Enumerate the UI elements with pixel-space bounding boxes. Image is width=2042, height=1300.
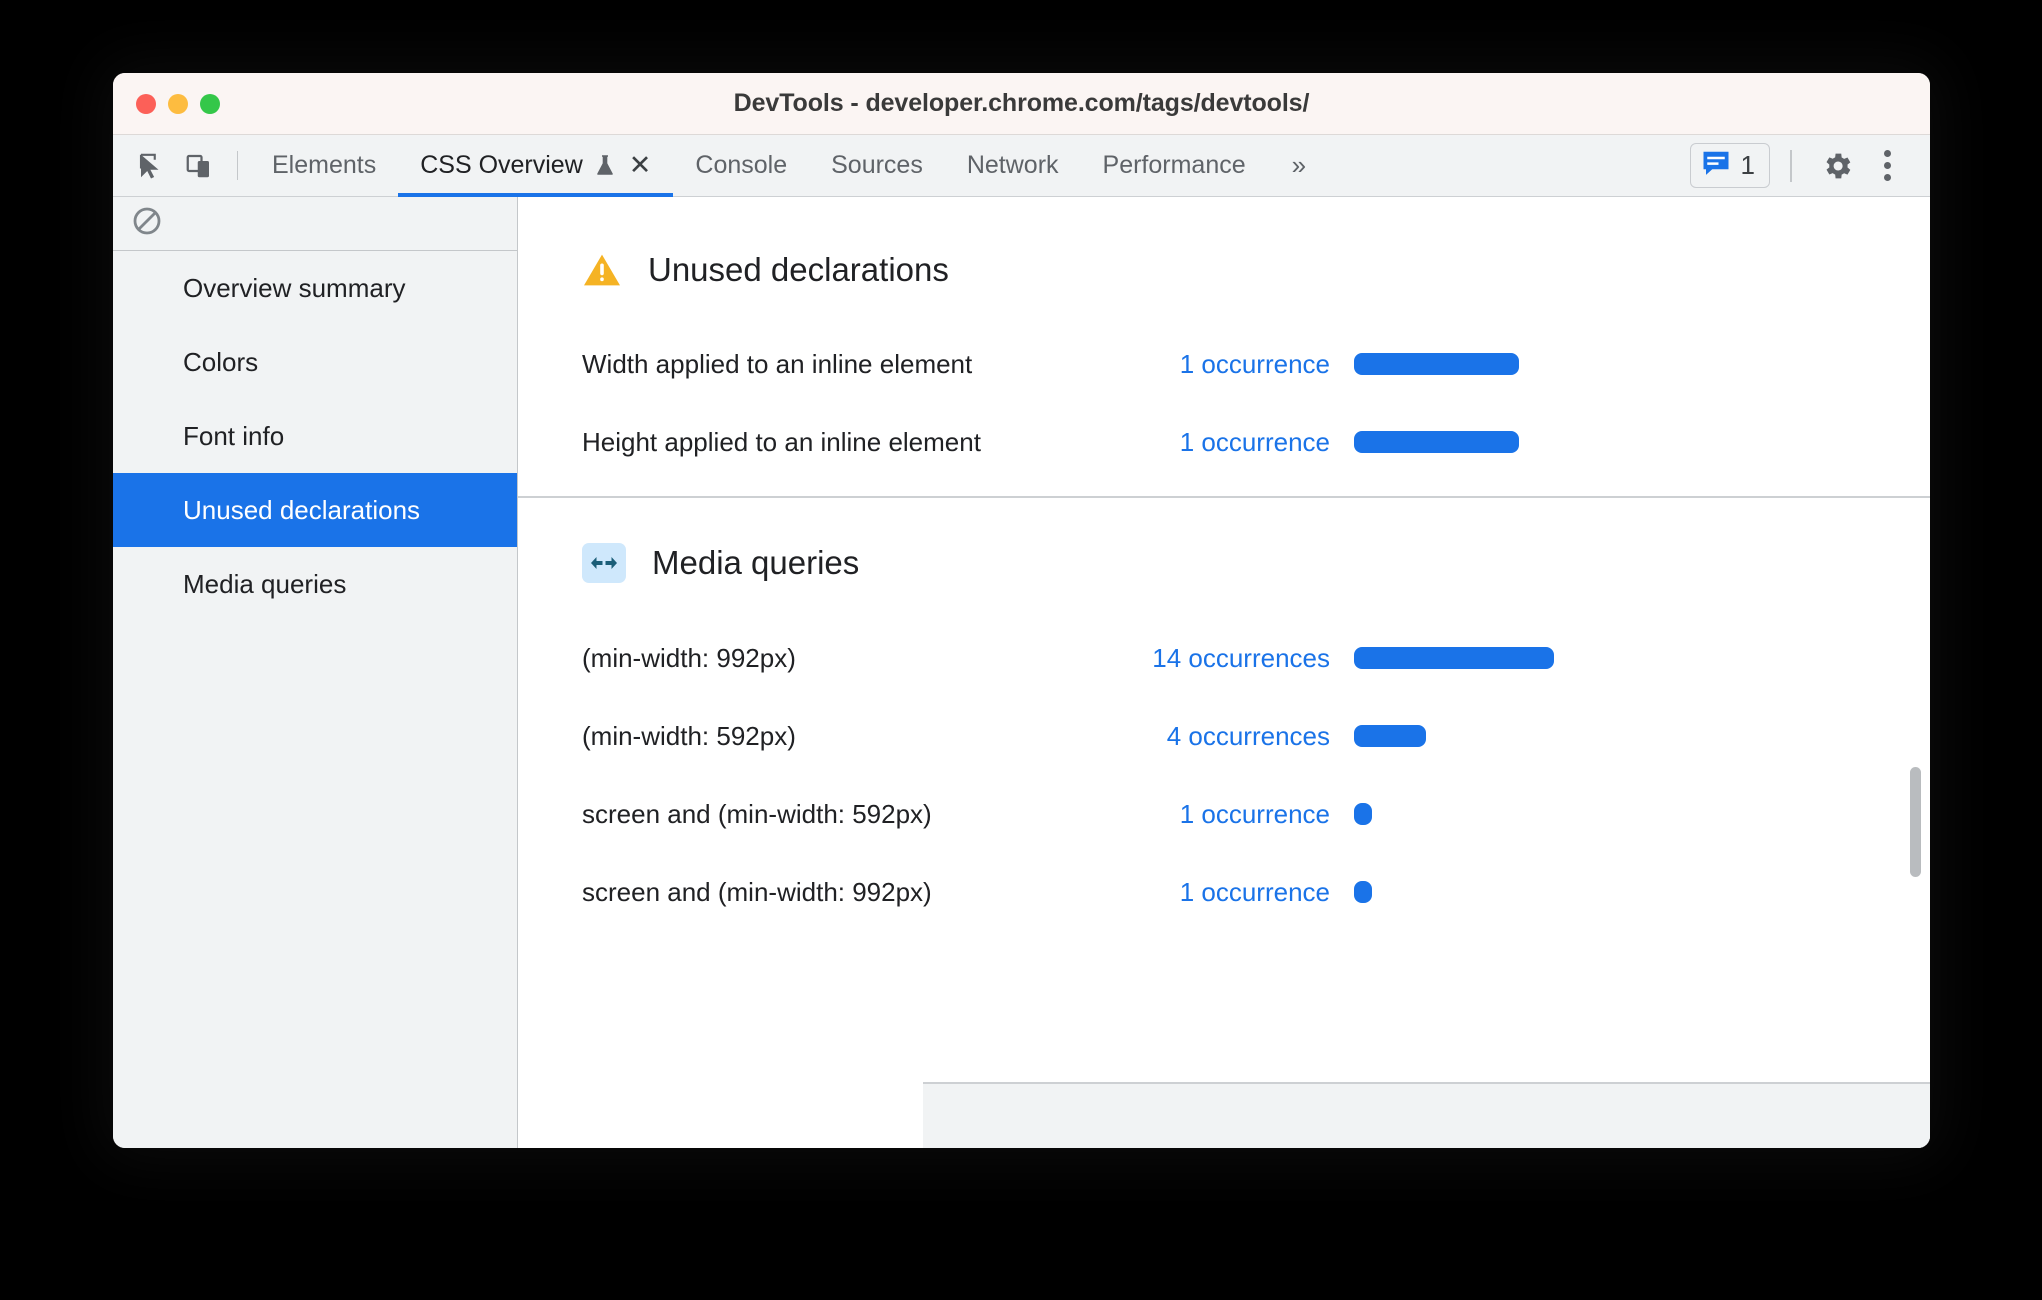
traffic-light-buttons (136, 94, 220, 114)
row-bar (1354, 353, 1519, 375)
minimize-window-button[interactable] (168, 94, 188, 114)
inspect-cursor-icon[interactable] (127, 135, 175, 196)
tab-label: Network (966, 151, 1059, 179)
row-bar (1354, 803, 1372, 825)
sidebar-item-label: Font info (183, 420, 285, 451)
table-row: Height applied to an inline element 1 oc… (582, 403, 1930, 481)
devtools-body: Overview summary Colors Font info Unused… (113, 197, 1930, 1148)
row-label: (min-width: 592px) (582, 720, 796, 751)
css-overview-content: Unused declarations Width applied to an … (518, 197, 1930, 1148)
close-window-button[interactable] (136, 94, 156, 114)
devtools-window: DevTools - developer.chrome.com/tags/dev… (113, 73, 1930, 1148)
flask-icon (593, 153, 617, 179)
gear-icon[interactable] (1812, 141, 1862, 191)
tab-elements[interactable]: Elements (250, 135, 398, 196)
row-occurrence-link[interactable]: 14 occurrences (1082, 643, 1330, 674)
row-bar (1354, 431, 1519, 453)
tab-performance[interactable]: Performance (1081, 135, 1268, 196)
row-occurrence-link[interactable]: 4 occurrences (1082, 721, 1330, 752)
row-label: screen and (min-width: 592px) (582, 798, 932, 829)
row-label: (min-width: 992px) (582, 642, 796, 673)
tab-console[interactable]: Console (673, 135, 809, 196)
unused-declarations-rows: Width applied to an inline element 1 occ… (582, 325, 1930, 481)
table-row: Width applied to an inline element 1 occ… (582, 325, 1930, 403)
row-occurrence-link[interactable]: 1 occurrence (1082, 877, 1330, 908)
tab-label: CSS Overview (420, 151, 583, 179)
row-label: Width applied to an inline element (582, 348, 973, 379)
sidebar-item-label: Colors (183, 346, 259, 377)
sidebar-item-media-queries[interactable]: Media queries (113, 547, 517, 621)
sidebar-item-overview-summary[interactable]: Overview summary (113, 251, 517, 325)
tab-label: Sources (831, 151, 923, 179)
section-title: Unused declarations (648, 251, 949, 288)
table-row: (min-width: 992px) 14 occurrences (582, 619, 1930, 697)
media-queries-rows: (min-width: 992px) 14 occurrences (min-w… (582, 619, 1930, 931)
row-occurrence-link[interactable]: 1 occurrence (1082, 349, 1330, 380)
table-row: screen and (min-width: 992px) 1 occurren… (582, 853, 1930, 931)
sidebar-toolbar (113, 197, 517, 251)
sidebar-item-colors[interactable]: Colors (113, 325, 517, 399)
row-label: screen and (min-width: 992px) (582, 876, 932, 907)
section-divider (518, 496, 1930, 498)
row-occurrence-link[interactable]: 1 occurrence (1082, 799, 1330, 830)
close-icon[interactable]: ✕ (629, 152, 652, 179)
tab-label: Elements (272, 151, 377, 179)
row-bar (1354, 725, 1426, 747)
sidebar-item-unused-declarations[interactable]: Unused declarations (113, 473, 517, 547)
table-row: (min-width: 592px) 4 occurrences (582, 697, 1930, 775)
row-bar (1354, 881, 1372, 903)
sidebar-item-label: Media queries (183, 568, 347, 599)
toolbar-divider-right (1790, 149, 1792, 182)
vertical-scrollbar[interactable] (1910, 767, 1921, 877)
sidebar-item-font-info[interactable]: Font info (113, 399, 517, 473)
sidebar-item-label: Unused declarations (183, 494, 421, 525)
tab-label: Performance (1102, 151, 1246, 179)
devtools-tab-strip: Elements CSS Overview ✕ Console Sources … (113, 135, 1930, 197)
tab-strip-right-actions: 1 (1689, 135, 1930, 196)
tab-label: Console (695, 151, 788, 179)
issues-button[interactable]: 1 (1689, 143, 1770, 188)
section-media-queries: Media queries (min-width: 992px) 14 occu… (518, 481, 1930, 931)
tab-css-overview[interactable]: CSS Overview ✕ (398, 135, 674, 197)
tab-sources[interactable]: Sources (809, 135, 945, 196)
table-row: screen and (min-width: 592px) 1 occurren… (582, 775, 1930, 853)
issues-count: 1 (1740, 150, 1755, 180)
sidebar-item-label: Overview summary (183, 272, 406, 303)
warning-triangle-icon (582, 252, 622, 288)
panel-bottom-strip (923, 1082, 1930, 1148)
row-occurrence-link[interactable]: 1 occurrence (1082, 427, 1330, 458)
row-label: Height applied to an inline element (582, 426, 981, 457)
more-tabs-chevron-icon[interactable]: » (1268, 135, 1330, 196)
section-header: Unused declarations (582, 197, 1930, 289)
toolbar-divider (237, 151, 238, 180)
section-title: Media queries (652, 544, 860, 581)
tab-network[interactable]: Network (945, 135, 1081, 196)
issues-message-icon (1701, 149, 1731, 182)
window-title: DevTools - developer.chrome.com/tags/dev… (733, 89, 1310, 117)
row-bar (1354, 647, 1554, 669)
window-title-bar: DevTools - developer.chrome.com/tags/dev… (113, 73, 1930, 135)
left-right-arrows-icon (582, 543, 626, 583)
zoom-window-button[interactable] (200, 94, 220, 114)
section-unused-declarations: Unused declarations Width applied to an … (518, 197, 1930, 481)
device-toolbar-icon[interactable] (175, 135, 223, 196)
css-overview-sidebar: Overview summary Colors Font info Unused… (113, 197, 518, 1148)
kebab-menu-icon[interactable] (1862, 141, 1912, 191)
no-entry-clear-icon[interactable] (131, 205, 163, 242)
